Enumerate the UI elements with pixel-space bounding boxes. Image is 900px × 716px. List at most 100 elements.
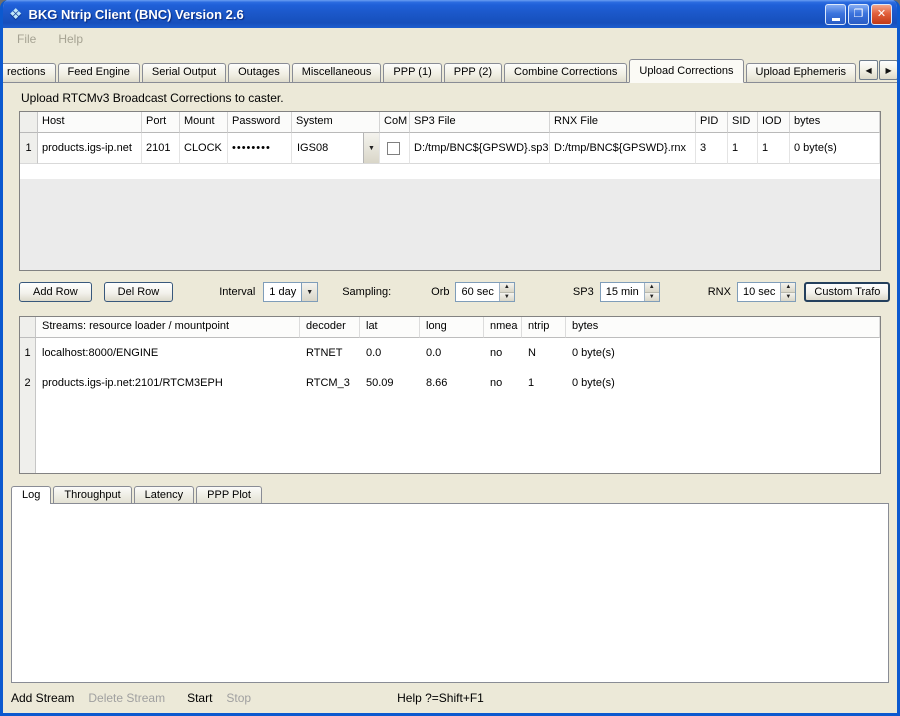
ntrip-cell: 1 — [522, 368, 566, 398]
stop-button[interactable]: Stop — [226, 691, 251, 705]
system-combobox[interactable]: IGS08 ▼ — [292, 133, 379, 163]
tab-latency[interactable]: Latency — [134, 486, 195, 503]
rnx-file-cell[interactable]: D:/tmp/BNC${GPSWD}.rnx — [550, 133, 696, 164]
menu-help[interactable]: Help — [52, 30, 89, 48]
tab-upload-corrections[interactable]: Upload Corrections — [629, 59, 743, 83]
maximize-icon: ❐ — [854, 9, 864, 20]
spin-down-icon[interactable]: ▼ — [781, 293, 795, 302]
tab-outages[interactable]: Outages — [228, 63, 290, 82]
column-header-system: System — [292, 112, 380, 133]
port-cell[interactable]: 2101 — [142, 133, 180, 164]
sp3-file-cell[interactable]: D:/tmp/BNC${GPSWD}.sp3 — [410, 133, 550, 164]
upload-table-header-row: Host Port Mount Password System CoM SP3 … — [20, 112, 880, 133]
bytes-cell: 0 byte(s) — [790, 133, 880, 164]
orb-spinbox[interactable]: 60 sec ▲ ▼ — [455, 282, 514, 302]
sp3-spinbox[interactable]: 15 min ▲ ▼ — [600, 282, 660, 302]
chevron-down-icon: ▼ — [363, 133, 379, 163]
password-cell[interactable]: •••••••• — [228, 133, 292, 164]
stream-row[interactable]: 2 products.igs-ip.net:2101/RTCM3EPH RTCM… — [20, 368, 880, 398]
column-header-host: Host — [38, 112, 142, 133]
tab-serial-output[interactable]: Serial Output — [142, 63, 226, 82]
bytes-cell: 0 byte(s) — [566, 338, 880, 368]
interval-label: Interval — [219, 286, 255, 298]
window-title: BKG Ntrip Client (BNC) Version 2.6 — [28, 7, 823, 22]
close-icon: ✕ — [877, 9, 886, 20]
tab-scroll-left-button[interactable]: ◀ — [859, 60, 878, 80]
nmea-cell: no — [484, 368, 522, 398]
tab-upload-ephemeris[interactable]: Upload Ephemeris — [746, 63, 857, 82]
tab-log[interactable]: Log — [11, 486, 51, 504]
upload-table-empty-area — [20, 164, 880, 179]
minimize-button[interactable] — [825, 4, 846, 25]
host-cell[interactable]: products.igs-ip.net — [38, 133, 142, 164]
main-tabbar: rections Feed Engine Serial Output Outag… — [3, 58, 897, 83]
custom-trafo-button[interactable]: Custom Trafo — [804, 282, 890, 302]
tab-ppp-plot[interactable]: PPP Plot — [196, 486, 262, 503]
system-combobox-value: IGS08 — [292, 133, 363, 163]
column-header-sp3-file: SP3 File — [410, 112, 550, 133]
spin-up-icon[interactable]: ▲ — [781, 283, 795, 293]
nmea-cell: no — [484, 338, 522, 368]
sid-cell[interactable]: 1 — [728, 133, 758, 164]
rnx-spinbox-value: 10 sec — [738, 283, 780, 301]
interval-combobox[interactable]: 1 day ▼ — [263, 282, 318, 302]
sp3-spin-buttons: ▲ ▼ — [644, 283, 659, 301]
minimize-icon — [832, 18, 840, 21]
titlebar[interactable]: ❖ BKG Ntrip Client (BNC) Version 2.6 ❐ ✕ — [3, 0, 897, 28]
close-button[interactable]: ✕ — [871, 4, 892, 25]
spin-down-icon[interactable]: ▼ — [645, 293, 659, 302]
ntrip-cell: N — [522, 338, 566, 368]
row-number: 1 — [20, 338, 36, 368]
tab-miscellaneous[interactable]: Miscellaneous — [292, 63, 382, 82]
tab-throughput[interactable]: Throughput — [53, 486, 131, 503]
tab-ppp-2[interactable]: PPP (2) — [444, 63, 502, 82]
pid-cell[interactable]: 3 — [696, 133, 728, 164]
streams-table: Streams: resource loader / mountpoint de… — [19, 316, 881, 474]
column-header-rnx-file: RNX File — [550, 112, 696, 133]
com-checkbox[interactable] — [387, 142, 400, 155]
help-shortcut-label: Help ?=Shift+F1 — [397, 691, 484, 705]
del-row-button[interactable]: Del Row — [104, 282, 174, 302]
start-button[interactable]: Start — [187, 691, 212, 705]
bottom-tabbar: Log Throughput Latency PPP Plot — [11, 484, 889, 503]
rnx-label: RNX — [708, 286, 731, 298]
column-header-iod: IOD — [758, 112, 790, 133]
upload-caption: Upload RTCMv3 Broadcast Corrections to c… — [21, 91, 897, 105]
tab-feed-engine[interactable]: Feed Engine — [58, 63, 140, 82]
tab-ppp-1[interactable]: PPP (1) — [383, 63, 441, 82]
decoder-cell: RTNET — [300, 338, 360, 368]
column-header-lat: lat — [360, 317, 420, 338]
streams-header-row: Streams: resource loader / mountpoint de… — [20, 317, 880, 338]
delete-stream-button[interactable]: Delete Stream — [88, 691, 165, 705]
log-output[interactable] — [11, 503, 889, 683]
streams-table-empty-area — [20, 398, 880, 473]
mount-cell[interactable]: CLOCK — [180, 133, 228, 164]
rnx-spinbox[interactable]: 10 sec ▲ ▼ — [737, 282, 796, 302]
bytes-cell: 0 byte(s) — [566, 368, 880, 398]
column-header-mount: Mount — [180, 112, 228, 133]
tab-corrections[interactable]: rections — [0, 63, 56, 82]
add-row-button[interactable]: Add Row — [19, 282, 92, 302]
tab-combine-corrections[interactable]: Combine Corrections — [504, 63, 627, 82]
maximize-button[interactable]: ❐ — [848, 4, 869, 25]
upload-controls: Add Row Del Row Interval 1 day ▼ Samplin… — [19, 282, 881, 302]
upload-table-row: 1 products.igs-ip.net 2101 CLOCK •••••••… — [20, 133, 880, 164]
column-header-com: CoM — [380, 112, 410, 133]
add-stream-button[interactable]: Add Stream — [11, 691, 74, 705]
scroll-right-icon: ▶ — [885, 66, 891, 75]
spin-down-icon[interactable]: ▼ — [500, 293, 514, 302]
iod-cell[interactable]: 1 — [758, 133, 790, 164]
menu-file[interactable]: File — [11, 30, 42, 48]
long-cell: 0.0 — [420, 338, 484, 368]
decoder-cell: RTCM_3 — [300, 368, 360, 398]
interval-value: 1 day — [264, 283, 301, 301]
upload-table-background — [20, 179, 880, 270]
spin-up-icon[interactable]: ▲ — [645, 283, 659, 293]
stream-row[interactable]: 1 localhost:8000/ENGINE RTNET 0.0 0.0 no… — [20, 338, 880, 368]
app-window: ❖ BKG Ntrip Client (BNC) Version 2.6 ❐ ✕… — [0, 0, 900, 716]
spin-up-icon[interactable]: ▲ — [500, 283, 514, 293]
row-number: 1 — [20, 133, 38, 164]
tab-scroll-right-button[interactable]: ▶ — [879, 60, 898, 80]
app-icon: ❖ — [9, 7, 22, 22]
rnx-spin-buttons: ▲ ▼ — [780, 283, 795, 301]
